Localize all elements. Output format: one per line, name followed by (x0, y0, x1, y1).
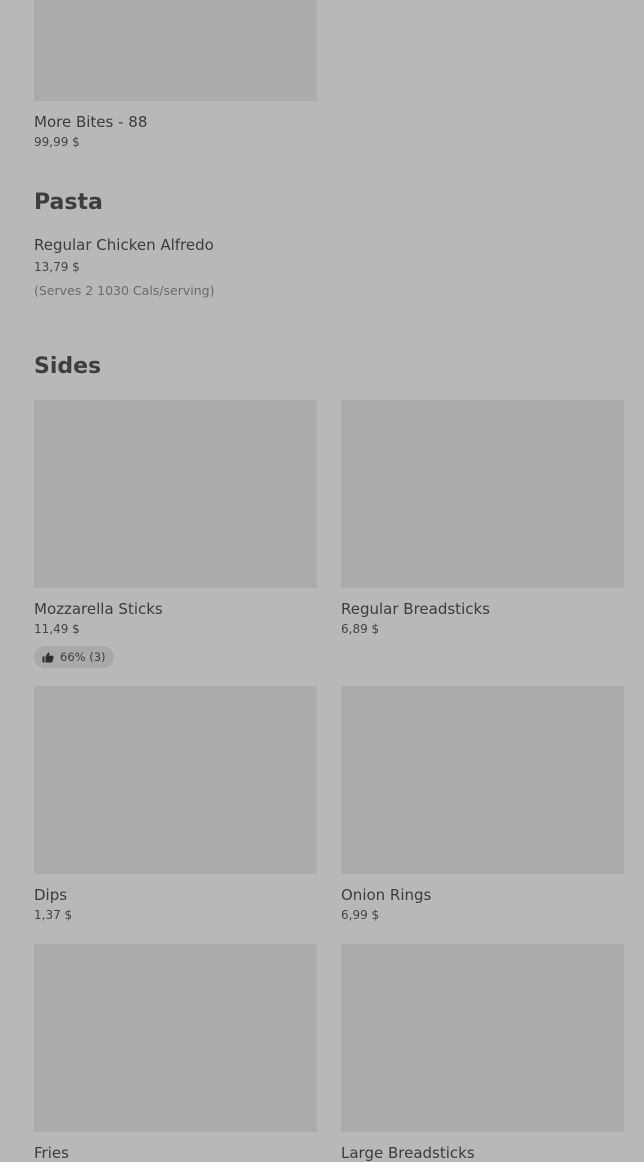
menu-item-card[interactable]: Dips 1,37 $ (34, 686, 317, 923)
item-image[interactable] (34, 686, 317, 874)
item-name: More Bites - 88 (34, 113, 148, 131)
item-price: 6,99 $ (341, 908, 380, 922)
item-image[interactable] (341, 686, 624, 874)
item-price: 6,89 $ (341, 622, 380, 636)
section-title-sides: Sides (34, 354, 102, 379)
item-name: Onion Rings (341, 886, 432, 904)
item-price: 13,79 $ (34, 260, 80, 274)
item-image[interactable] (341, 400, 624, 588)
menu-item-card[interactable]: More Bites - 88 99,99 $ (34, 0, 317, 150)
rating-badge: 66% (3) (34, 646, 114, 668)
item-image[interactable] (34, 0, 317, 101)
item-name: Fries (34, 1144, 69, 1162)
menu-item-card[interactable]: Regular Breadsticks 6,89 $ (341, 400, 624, 637)
section-title-pasta: Pasta (34, 190, 103, 215)
item-image[interactable] (34, 944, 317, 1132)
menu-item-card[interactable]: Large Breadsticks (341, 944, 624, 1162)
item-image[interactable] (341, 944, 624, 1132)
item-name: Large Breadsticks (341, 1144, 475, 1162)
item-name: Mozzarella Sticks (34, 600, 163, 618)
item-name: Regular Breadsticks (341, 600, 490, 618)
rating-text: 66% (3) (60, 650, 106, 664)
item-price: 1,37 $ (34, 908, 73, 922)
menu-list-item[interactable]: Regular Chicken Alfredo 13,79 $ (Serves … (34, 236, 624, 299)
item-image[interactable] (34, 400, 317, 588)
menu-item-card[interactable]: Mozzarella Sticks 11,49 $ 66% (3) (34, 400, 317, 668)
item-price: 99,99 $ (34, 135, 80, 149)
item-name: Dips (34, 886, 68, 904)
thumbs-up-icon (42, 652, 54, 663)
item-description: (Serves 2 1030 Cals/serving) (34, 283, 215, 298)
item-name: Regular Chicken Alfredo (34, 236, 214, 254)
menu-item-card[interactable]: Fries (34, 944, 317, 1162)
item-price: 11,49 $ (34, 622, 80, 636)
menu-item-card[interactable]: Onion Rings 6,99 $ (341, 686, 624, 923)
